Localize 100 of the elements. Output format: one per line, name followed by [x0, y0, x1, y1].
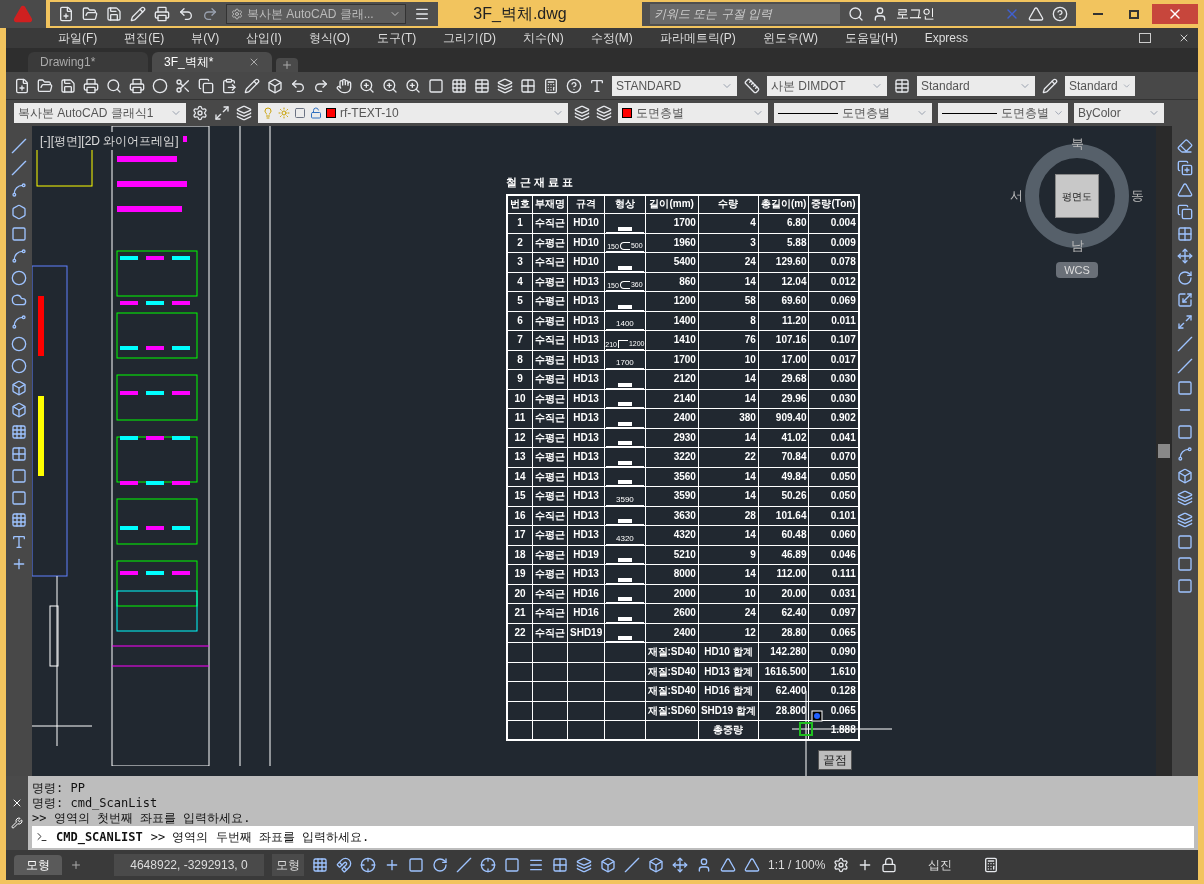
login-link[interactable]: 로그인 [896, 4, 996, 24]
print-icon[interactable] [154, 6, 170, 22]
table-style-dropdown[interactable]: Standard [917, 75, 1035, 96]
open-folder-icon[interactable] [37, 77, 53, 94]
circle-icon[interactable] [11, 270, 27, 286]
settings-icon[interactable] [192, 105, 208, 121]
plot-style-dropdown[interactable]: ByColor [1074, 103, 1164, 123]
array-icon[interactable] [1177, 226, 1193, 242]
text-style-dropdown[interactable]: STANDARD [612, 75, 737, 96]
add-layout-icon[interactable] [70, 859, 82, 871]
lineweight-icon[interactable] [528, 857, 544, 873]
zoom-previous-icon[interactable] [405, 77, 421, 94]
lock-ui-icon[interactable] [881, 857, 898, 873]
units-dropdown[interactable]: 십진 [905, 856, 976, 874]
help-icon[interactable] [566, 77, 582, 94]
snap-icon[interactable] [336, 857, 352, 873]
draw-order-icon[interactable] [1177, 490, 1193, 506]
calculator-icon[interactable] [543, 77, 559, 94]
scrollbar-thumb[interactable] [1158, 444, 1170, 458]
new-file-icon[interactable] [14, 77, 30, 94]
print-icon[interactable] [83, 77, 99, 94]
document-tab[interactable]: 3F_벽체* [152, 52, 272, 72]
new-file-icon[interactable] [58, 6, 74, 22]
workspace-dropdown[interactable]: 복사본 AutoCAD 클래식1 [14, 103, 186, 123]
menu-item[interactable]: 치수(N) [523, 29, 564, 47]
model-space-button[interactable]: 모형 [272, 854, 304, 876]
zoom-realtime-icon[interactable] [359, 77, 375, 94]
menu-item[interactable]: 그리기(D) [443, 29, 496, 47]
color-dropdown[interactable]: 도면층별 [618, 103, 768, 123]
annotation-scale-dropdown[interactable]: 1:1 / 100% [768, 856, 826, 874]
unlock-icon[interactable] [310, 107, 322, 119]
pan-icon[interactable] [336, 77, 352, 94]
menu-item[interactable]: 파일(F) [58, 29, 98, 47]
redo-icon[interactable] [313, 77, 329, 94]
line-icon[interactable] [11, 138, 27, 154]
publish-icon[interactable] [129, 77, 145, 94]
linetype-dropdown[interactable]: 도면층별 [774, 103, 932, 123]
viewcube-face[interactable]: 평면도 [1055, 174, 1099, 218]
drawing-canvas[interactable] [32, 126, 1156, 776]
menu-item[interactable]: 수정(M) [590, 29, 633, 47]
redo-icon[interactable] [202, 6, 218, 22]
undo-icon[interactable] [290, 77, 306, 94]
close-icon[interactable] [11, 797, 23, 809]
text-style-icon[interactable] [589, 77, 605, 94]
save-icon[interactable] [60, 77, 76, 94]
menu-item[interactable]: 파라메트릭(P) [659, 29, 736, 47]
menu-item[interactable]: 윈도우(W) [762, 29, 818, 47]
wrench-icon[interactable] [11, 817, 23, 829]
menu-item[interactable]: 도구(T) [377, 29, 417, 47]
viewport-label[interactable]: [-][평면][2D 와이어프레임] [36, 132, 183, 150]
construction-line-icon[interactable] [11, 160, 27, 176]
copy-icon[interactable] [198, 77, 214, 94]
paste-icon[interactable] [221, 77, 237, 94]
dimension-style-icon[interactable] [744, 77, 760, 94]
stretch-icon[interactable] [1177, 314, 1193, 330]
workspace-dropdown[interactable]: 복사본 AutoCAD 클래... [226, 4, 406, 24]
undo-icon[interactable] [178, 6, 194, 22]
scale-icon[interactable] [1177, 292, 1193, 308]
command-line-field[interactable]: CMD_SCANLIST >> 영역의 두번째 좌표를 입력하세요. [32, 826, 1194, 848]
menu-item[interactable]: 편집(E) [124, 29, 165, 47]
table-style-icon[interactable] [894, 77, 910, 94]
multileader-style-dropdown[interactable]: Standard [1065, 75, 1135, 96]
ucs-menu-button[interactable]: WCS [1056, 262, 1098, 278]
cut-icon[interactable] [175, 77, 191, 94]
rectangle-icon[interactable] [11, 226, 27, 242]
menu-item[interactable]: 뷰(V) [191, 29, 220, 47]
menu-item[interactable]: 형식(O) [308, 29, 350, 47]
dimension-style-dropdown[interactable]: 사본 DIMDOT [767, 75, 887, 96]
layout-tab[interactable]: 모형 [14, 855, 62, 875]
search-field[interactable]: 키워드 또는 구절 입력 [650, 4, 840, 24]
customize-menu-icon[interactable] [414, 6, 430, 22]
menu-item[interactable]: 도움말(H) [845, 29, 898, 47]
quick-calc-icon[interactable] [983, 857, 1000, 873]
table-icon[interactable] [11, 512, 27, 528]
layer-icon[interactable] [1177, 512, 1193, 528]
settings-icon[interactable] [833, 857, 850, 873]
rotate-icon[interactable] [1177, 270, 1193, 286]
grid-icon[interactable] [312, 857, 328, 873]
document-tab[interactable]: Drawing1* [28, 52, 148, 72]
move-icon[interactable] [1177, 248, 1193, 264]
menu-item[interactable]: Express [924, 29, 968, 47]
close-tab-icon[interactable] [248, 56, 260, 68]
open-folder-icon[interactable] [82, 6, 98, 22]
help-icon[interactable] [1052, 6, 1068, 22]
text-icon[interactable] [11, 534, 27, 550]
add-selected-icon[interactable] [11, 556, 27, 572]
menu-item[interactable]: 삽입(I) [246, 29, 282, 47]
revision-cloud-icon[interactable] [11, 292, 27, 308]
save-icon[interactable] [106, 6, 122, 22]
erase-icon[interactable] [1177, 138, 1193, 154]
close-drawing-icon[interactable] [1178, 32, 1190, 44]
copy-icon[interactable] [1177, 160, 1193, 176]
polygon-icon[interactable] [11, 204, 27, 220]
user-icon[interactable] [872, 6, 888, 22]
layer-dropdown[interactable]: rf-TEXT-10 [258, 103, 568, 123]
arc-icon[interactable] [11, 248, 27, 264]
restore-icon[interactable] [1139, 33, 1151, 43]
lineweight-dropdown[interactable]: 도면층별 [938, 103, 1068, 123]
hatch-icon[interactable] [11, 446, 27, 462]
zoom-window-icon[interactable] [382, 77, 398, 94]
